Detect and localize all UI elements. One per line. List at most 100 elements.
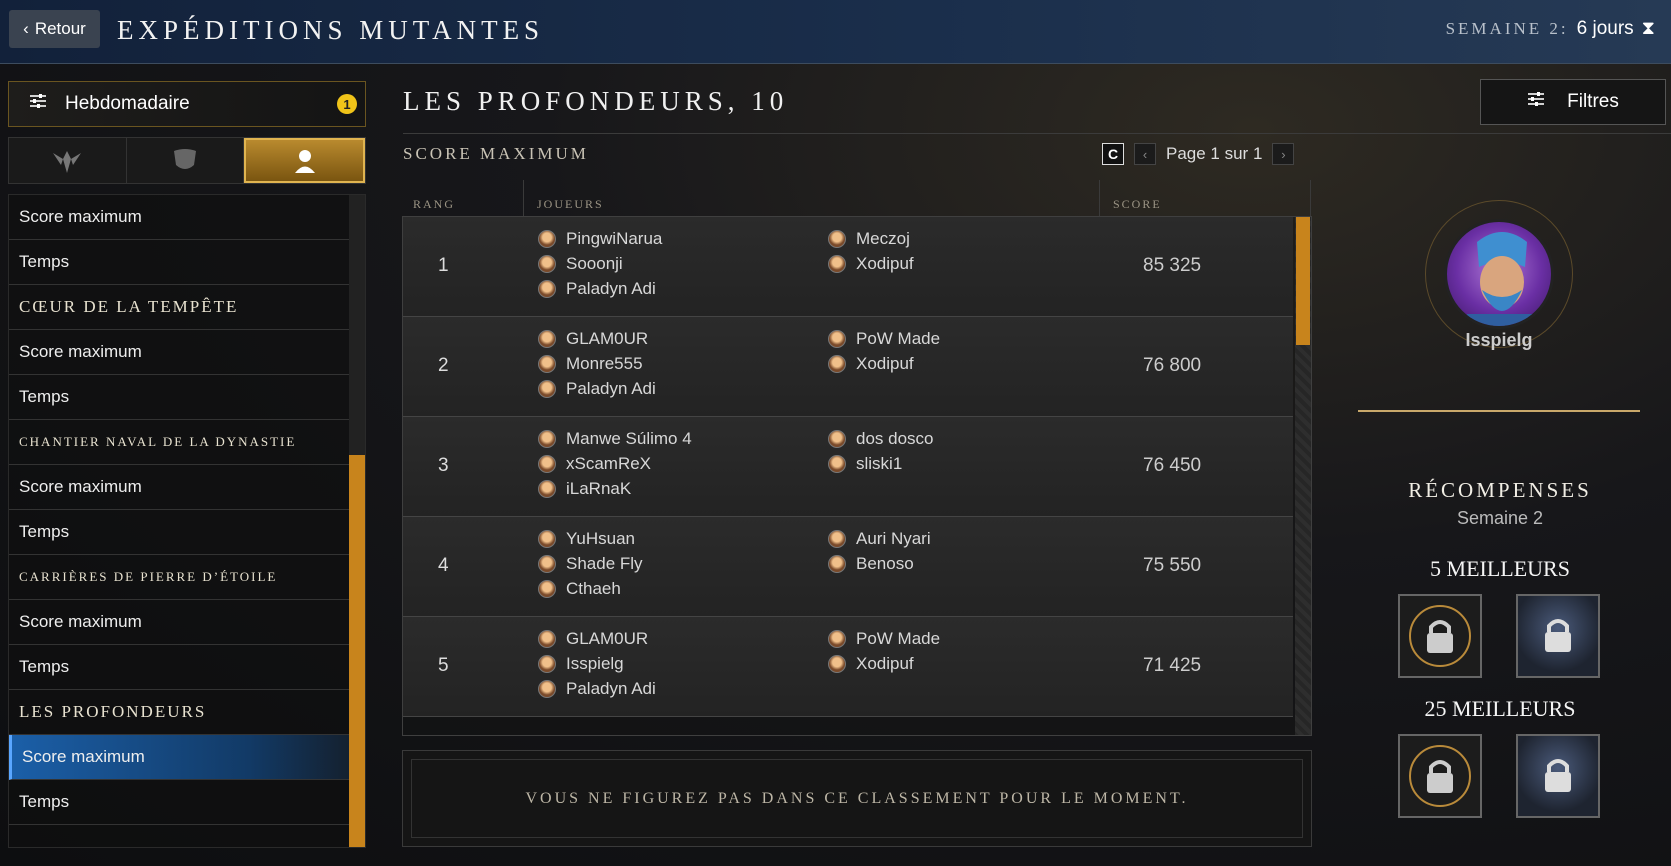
sidebar-scroll-thumb[interactable]: [349, 455, 365, 847]
filters-label: Filtres: [1567, 91, 1619, 112]
sliders-icon: [1527, 91, 1545, 113]
player-name: Benoso: [856, 554, 914, 573]
reward-slot-locked[interactable]: [1398, 594, 1482, 678]
section-header: CHANTIER NAVAL DE LA DYNASTIE: [9, 420, 351, 465]
player-entry[interactable]: YuHsuan: [538, 527, 635, 551]
player-avatar-icon: [538, 455, 556, 473]
player-entry[interactable]: sliski1: [828, 452, 902, 476]
score-value: 75 550: [1143, 555, 1202, 576]
sidebar-scrollbar[interactable]: [349, 195, 365, 847]
player-name: Isspielg: [566, 654, 624, 673]
back-label: Retour: [34, 19, 86, 38]
rank-value: 3: [438, 455, 449, 476]
player-entry[interactable]: Auri Nyari: [828, 527, 931, 551]
tier-top25-label: 25 MEILLEURS: [1424, 696, 1576, 721]
section-header: LES PROFONDEURS: [9, 690, 351, 735]
player-name: Isspielg: [1465, 330, 1533, 350]
player-entry[interactable]: iLaRnaK: [538, 477, 631, 501]
player-avatar-icon: [828, 255, 846, 273]
tab-player[interactable]: [244, 138, 366, 183]
player-entry[interactable]: Xodipuf: [828, 352, 914, 376]
leaderboard-table: 1 PingwiNarua Sooonji Paladyn Adi Meczoj Xodi…: [402, 216, 1312, 736]
player-entry[interactable]: Xodipuf: [828, 252, 914, 276]
table-row[interactable]: 4 YuHsuan Shade Fly Cthaeh Auri Nyari Benoso 7…: [403, 517, 1293, 617]
week-label: SEMAINE 2:: [1445, 19, 1569, 38]
refresh-button[interactable]: C: [1102, 143, 1124, 165]
sidebar-item[interactable]: Temps: [9, 780, 351, 825]
section-header: CŒUR DE LA TEMPÊTE: [9, 285, 351, 330]
player-entry[interactable]: Shade Fly: [538, 552, 643, 576]
player-entry[interactable]: dos dosco: [828, 427, 934, 451]
player-entry[interactable]: PoW Made: [828, 327, 940, 351]
reward-slot-item[interactable]: [1516, 734, 1600, 818]
category-tabs: [8, 137, 366, 184]
tab-wings-emblem[interactable]: [9, 138, 127, 183]
player-entry[interactable]: Manwe Súlimo 4: [538, 427, 692, 451]
player-entry[interactable]: GLAM0UR: [538, 327, 648, 351]
player-entry[interactable]: Meczoj: [828, 227, 910, 251]
player-name: Meczoj: [856, 229, 910, 248]
player-name: Sooonji: [566, 254, 623, 273]
player-name: dos dosco: [856, 429, 934, 448]
player-avatar-icon: [538, 630, 556, 648]
table-row[interactable]: 2 GLAM0UR Monre555 Paladyn Adi PoW Made Xodip…: [403, 317, 1293, 417]
player-entry[interactable]: Paladyn Adi: [538, 377, 656, 401]
player-name: Xodipuf: [856, 354, 914, 373]
table-row[interactable]: 3 Manwe Súlimo 4 xScamReX iLaRnaK dos dosco s…: [403, 417, 1293, 517]
player-entry[interactable]: Paladyn Adi: [538, 277, 656, 301]
player-avatar-icon: [828, 430, 846, 448]
table-row[interactable]: 1 PingwiNarua Sooonji Paladyn Adi Meczoj Xodi…: [403, 217, 1293, 317]
player-entry[interactable]: Benoso: [828, 552, 914, 576]
table-scrollbar[interactable]: [1295, 217, 1311, 735]
player-avatar-icon: [538, 280, 556, 298]
player-entry[interactable]: GLAM0UR: [538, 627, 648, 651]
sidebar-item[interactable]: Temps: [9, 645, 351, 690]
player-name: iLaRnaK: [566, 479, 632, 498]
column-score: SCORE: [1113, 197, 1162, 211]
player-entry[interactable]: Isspielg: [538, 652, 624, 676]
player-entry[interactable]: Sooonji: [538, 252, 623, 276]
sidebar-item[interactable]: Temps: [9, 240, 351, 285]
sidebar-item[interactable]: Score maximum: [9, 330, 351, 375]
table-scroll-thumb[interactable]: [1296, 217, 1310, 345]
prev-page-button[interactable]: ‹: [1134, 143, 1156, 165]
back-button[interactable]: ‹ Retour: [9, 10, 100, 48]
player-avatar-icon: [538, 680, 556, 698]
player-entry[interactable]: Paladyn Adi: [538, 677, 656, 701]
tab-shield[interactable]: [127, 138, 245, 183]
player-entry[interactable]: Xodipuf: [828, 652, 914, 676]
table-row[interactable]: 5 GLAM0UR Isspielg Paladyn Adi PoW Made Xodip…: [403, 617, 1293, 717]
player-entry[interactable]: Cthaeh: [538, 577, 621, 601]
score-value: 71 425: [1143, 655, 1202, 676]
sidebar-item[interactable]: Score maximum: [9, 195, 351, 240]
week-timer: SEMAINE 2: 6 jours ⧗: [1446, 18, 1655, 40]
sidebar-item-selected[interactable]: Score maximum: [9, 735, 351, 780]
period-selector[interactable]: Hebdomadaire 1: [8, 81, 366, 127]
player-entry[interactable]: PoW Made: [828, 627, 940, 651]
tier-top5-label: 5 MEILLEURS: [1430, 556, 1570, 581]
player-avatar-icon: [538, 380, 556, 398]
sidebar-item[interactable]: Temps: [9, 375, 351, 420]
lock-icon: [1409, 605, 1471, 667]
player-avatar-icon: [538, 355, 556, 373]
player-entry[interactable]: xScamReX: [538, 452, 651, 476]
sidebar-item[interactable]: Temps: [9, 510, 351, 555]
player-entry[interactable]: PingwiNarua: [538, 227, 662, 251]
divider-line: [403, 133, 1671, 134]
chevron-left-icon: ‹: [1142, 146, 1148, 162]
player-avatar-icon: [538, 580, 556, 598]
reward-slot-item[interactable]: [1516, 594, 1600, 678]
player-avatar-icon: [538, 530, 556, 548]
reward-slot-locked[interactable]: [1398, 734, 1482, 818]
column-players: JOUEURS: [537, 197, 604, 211]
lock-icon: [1545, 759, 1571, 792]
sidebar-item[interactable]: Score maximum: [9, 465, 351, 510]
next-page-button[interactable]: ›: [1272, 143, 1295, 165]
sidebar-item[interactable]: Score maximum: [9, 600, 351, 645]
shield-icon: [174, 148, 196, 169]
player-entry[interactable]: Monre555: [538, 352, 643, 376]
player-name: PingwiNarua: [566, 229, 663, 248]
player-avatar-icon: [828, 230, 846, 248]
chevron-left-icon: ‹: [23, 19, 29, 38]
filters-button[interactable]: Filtres: [1480, 79, 1666, 125]
